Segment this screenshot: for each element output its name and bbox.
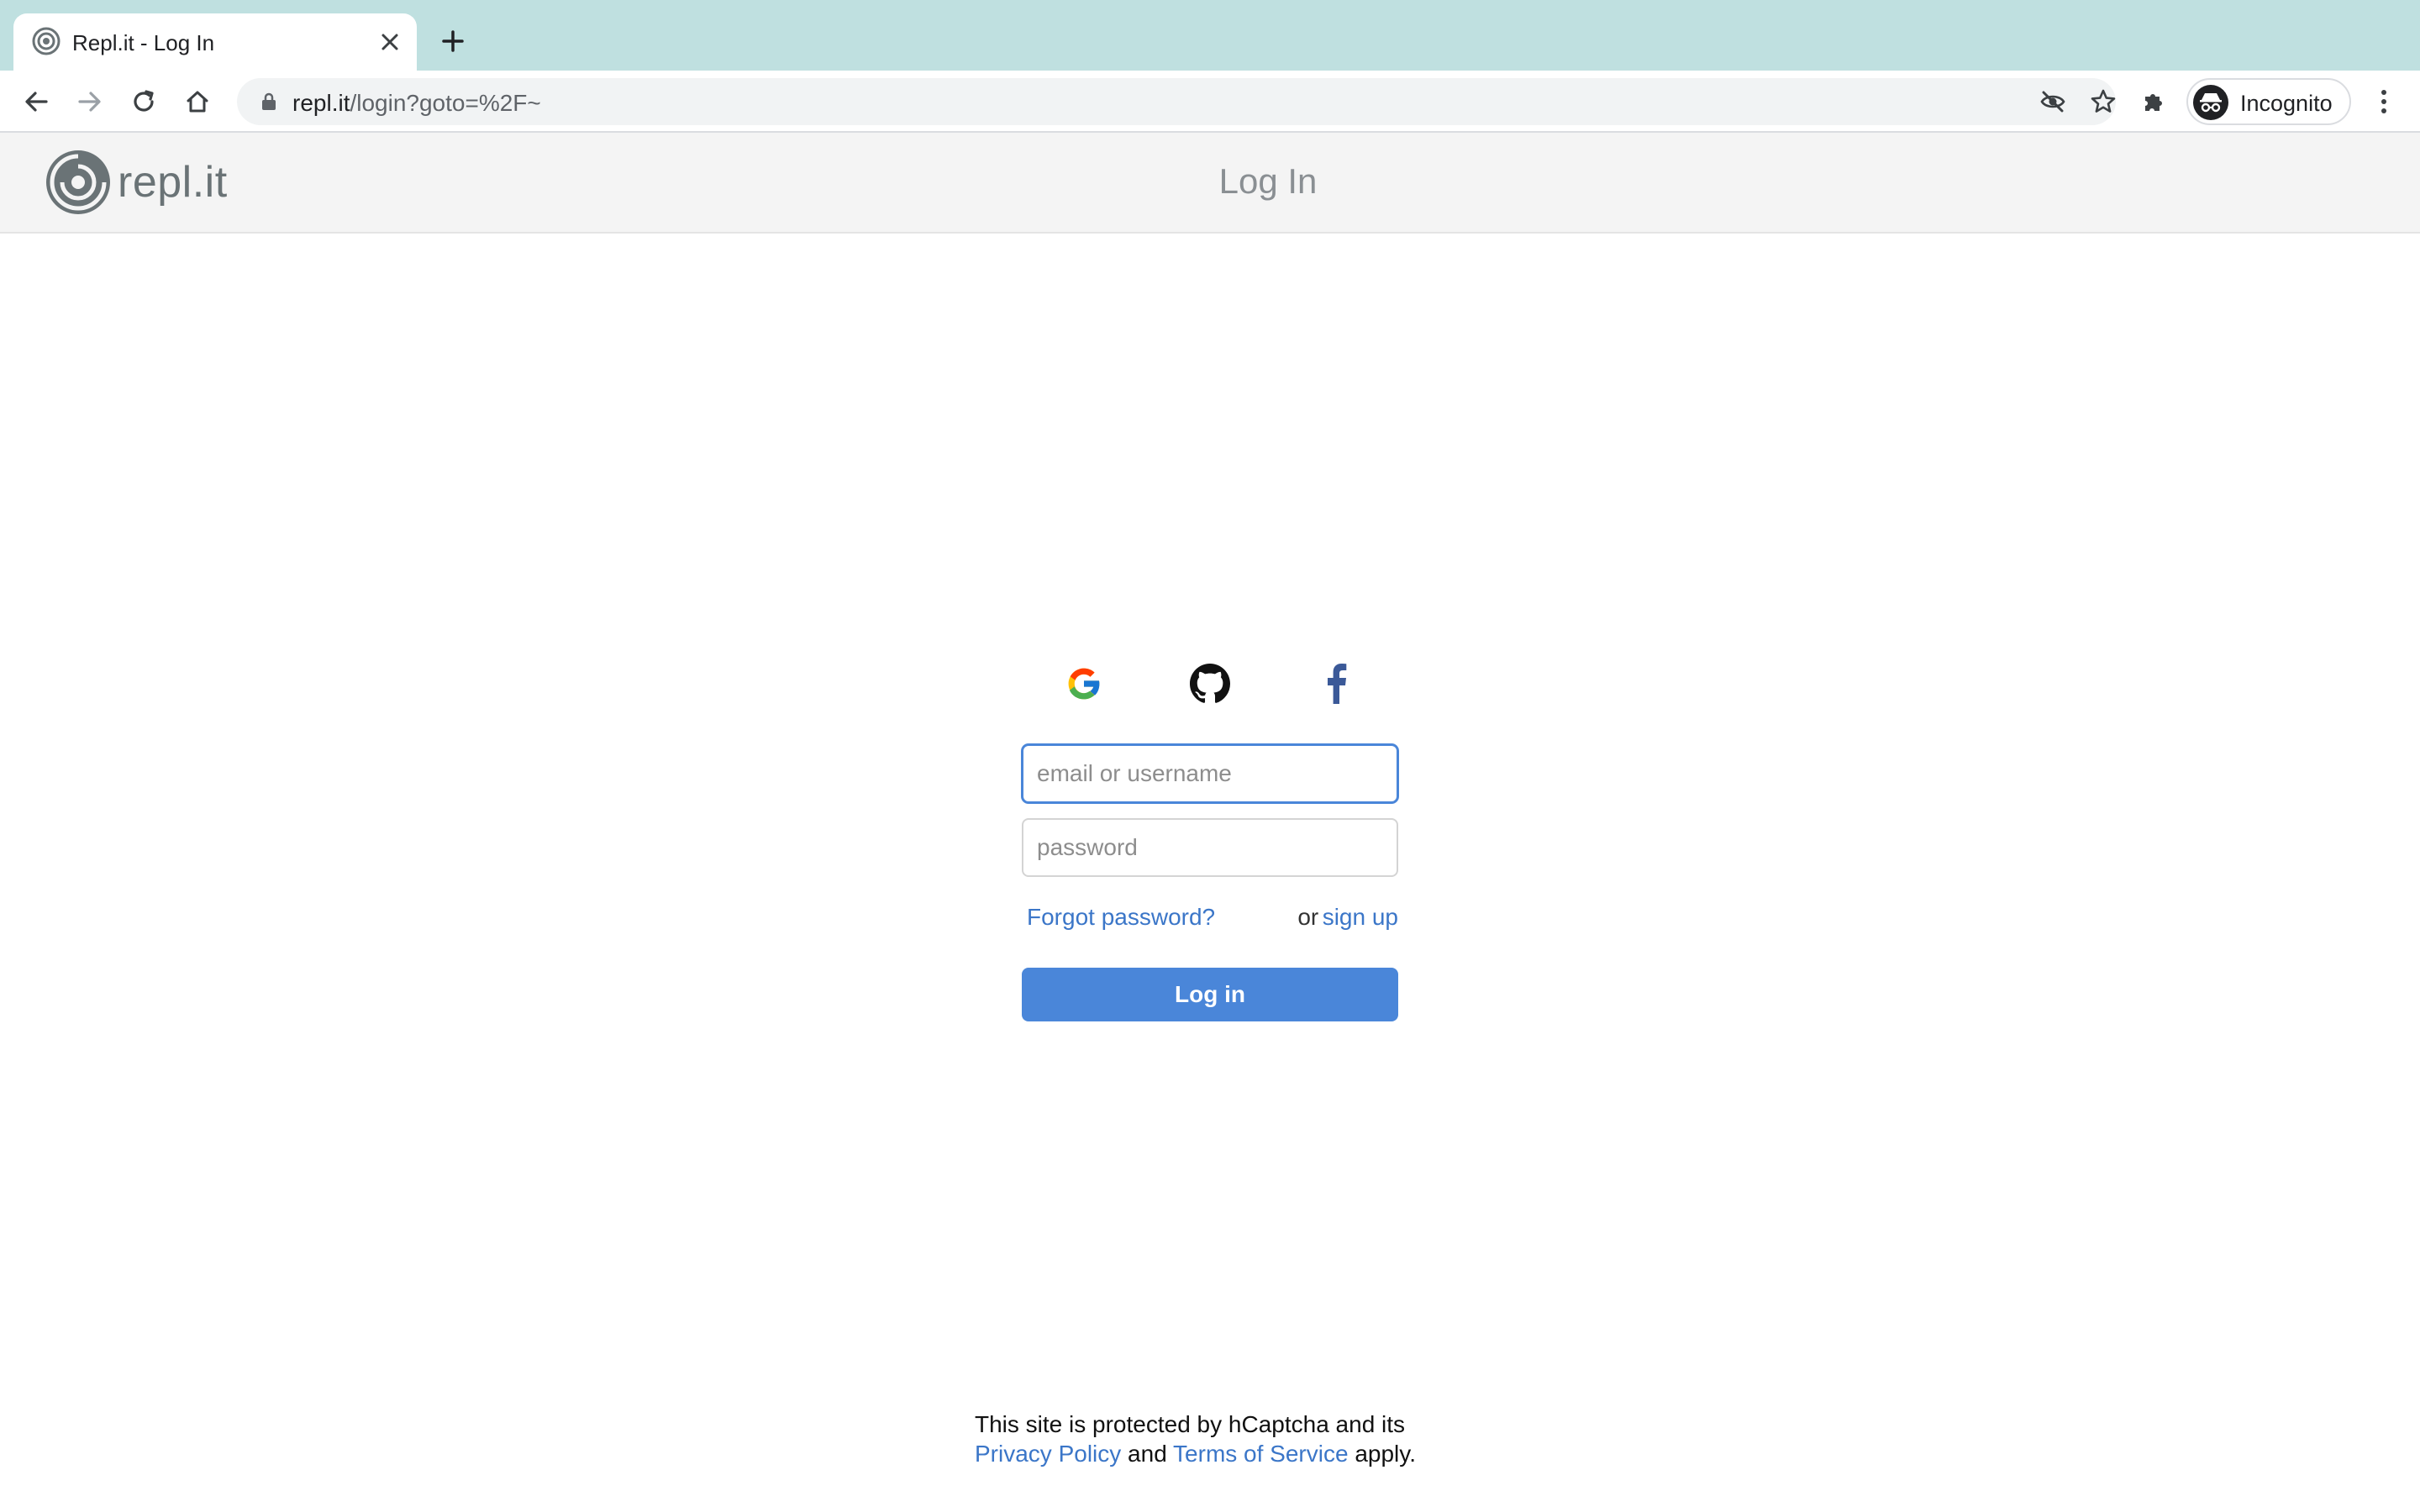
hcaptcha-notice: This site is protected by hCaptcha and i… [975,1410,1445,1468]
terms-of-service-link[interactable]: Terms of Service [1173,1441,1349,1467]
address-bar[interactable]: repl.it/login?goto=%2F~ [237,78,2116,125]
log-in-button[interactable]: Log in [1022,968,1398,1021]
page-title: Log In [1218,161,1318,201]
back-arrow-icon[interactable] [17,82,55,121]
url-text[interactable]: repl.it/login?goto=%2F~ [292,90,541,117]
tab-title: Repl.it - Log In [72,30,215,55]
sign-up-link[interactable]: sign up [1323,904,1398,930]
close-tab-icon[interactable] [376,29,403,55]
profile-label: Incognito [2240,91,2333,116]
site-header: repl.it Log In [0,133,2420,234]
browser-tab[interactable]: Repl.it - Log In [13,13,417,71]
browser-tab-strip: Repl.it - Log In [0,0,2420,71]
lock-icon[interactable] [259,92,279,112]
new-tab-plus-icon[interactable] [437,25,469,57]
signup-group: or sign up [1297,904,1398,931]
browser-toolbar: repl.it/login?goto=%2F~ Incognito [0,71,2420,133]
privacy-policy-link[interactable]: Privacy Policy [975,1441,1121,1467]
or-text: or [1297,904,1319,930]
username-input[interactable] [1022,744,1398,803]
apply-text: apply. [1355,1441,1416,1467]
auth-links-row: Forgot password? or sign up [1022,904,1398,937]
and-text: and [1128,1441,1167,1467]
home-icon[interactable] [178,82,217,121]
incognito-profile-button[interactable]: Incognito [2186,78,2351,125]
browser-menu-kebab-icon[interactable] [2365,82,2403,121]
forward-arrow-icon[interactable] [71,82,109,121]
reload-icon[interactable] [124,82,163,121]
hcaptcha-notice-line1: This site is protected by hCaptcha and i… [975,1411,1406,1437]
hcaptcha-notice-line2: Privacy Policy and Terms of Service appl… [975,1439,1445,1468]
incognito-icon [2193,85,2228,120]
extensions-puzzle-icon[interactable] [2134,82,2173,121]
tracking-blocked-eye-icon[interactable] [2039,87,2067,116]
github-icon[interactable] [1188,662,1232,706]
facebook-icon[interactable] [1314,662,1358,706]
password-input[interactable] [1022,818,1398,877]
url-host: repl.it [292,90,350,116]
url-path: /login?goto=%2F~ [350,90,541,116]
forgot-password-link[interactable]: Forgot password? [1027,904,1215,931]
google-icon[interactable] [1062,662,1106,706]
replit-favicon-icon [32,27,60,55]
bookmark-star-icon[interactable] [2089,87,2118,116]
